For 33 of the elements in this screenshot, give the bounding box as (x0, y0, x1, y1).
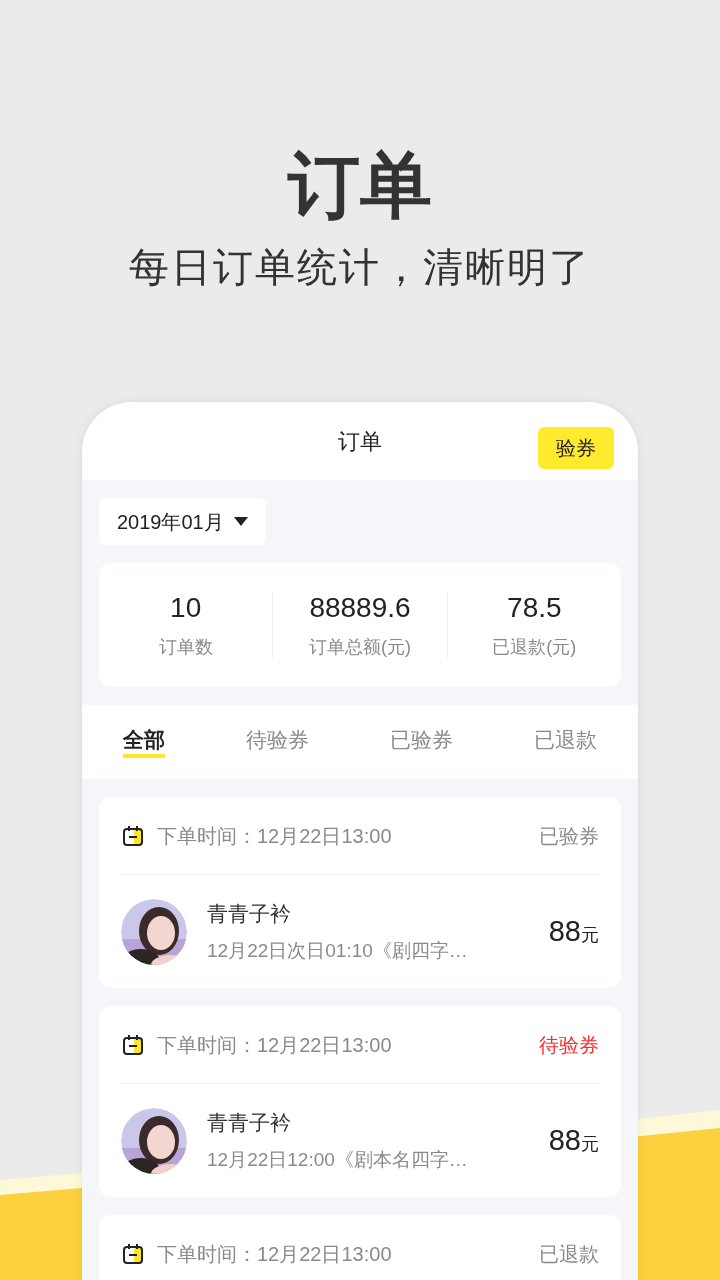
customer-name: 青青子衿 (207, 1109, 292, 1136)
month-picker[interactable]: 2019年01月 (99, 498, 266, 545)
stat-label: 订单总额(元) (309, 636, 411, 658)
order-status: 待验券 (539, 1032, 599, 1058)
subtitle: 每日订单统计，清晰明了 (129, 244, 591, 291)
calendar-icon (121, 1032, 145, 1057)
order-detail: 12月22日次日01:10《剧四字… (207, 939, 468, 963)
customer-name: 青青子衿 (207, 900, 292, 927)
stat-label: 订单数 (158, 636, 213, 658)
dropdown-caret-icon (233, 517, 248, 526)
order-status: 已退款 (539, 1241, 599, 1267)
order-time: 下单时间：12月22日13:00 (157, 823, 392, 849)
screen-title: 订单 (338, 427, 382, 456)
stat-label: 已退款(元) (492, 636, 577, 658)
order-card[interactable]: 下单时间：12月22日13:00 已验券 青青子衿 12月22日次日01:10《剧四字… 88元 (99, 797, 621, 988)
price-unit: 元 (581, 923, 599, 947)
order-card[interactable]: 下单时间：12月22日13:00 待验券 青青子衿 12月22日12:00《剧本名四字… 88元 (99, 1006, 621, 1197)
verify-button[interactable]: 验券 (538, 427, 614, 469)
stat-value: 88889.6 (309, 592, 411, 624)
order-detail: 12月22日12:00《剧本名四字… (207, 1148, 468, 1172)
order-time: 下单时间：12月22日13:00 (157, 1241, 392, 1267)
price: 88 (548, 913, 581, 949)
calendar-icon (121, 1241, 145, 1266)
stat-value: 10 (170, 592, 202, 624)
price-unit: 元 (581, 1132, 599, 1156)
stat-value: 78.5 (507, 592, 562, 624)
order-status: 已验券 (539, 823, 599, 849)
filter-tab[interactable]: 全部 (122, 726, 165, 758)
price: 88 (548, 1122, 581, 1158)
calendar-icon (121, 823, 145, 848)
order-time: 下单时间：12月22日13:00 (157, 1032, 392, 1058)
filter-tab[interactable]: 待验券 (245, 726, 309, 758)
headline: 订单 (288, 144, 432, 227)
